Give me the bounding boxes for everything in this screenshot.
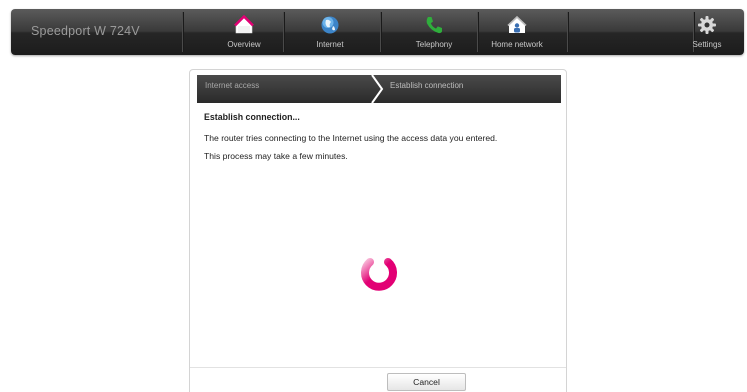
home-icon [234,15,254,34]
step-internet-access: Internet access [205,81,260,90]
top-navigation-bar: Speedport W 724V Overview Internet Telep… [11,9,744,55]
nav-divider [182,12,183,52]
nav-item-overview[interactable]: Overview [198,9,290,55]
gear-icon [698,16,716,34]
nav-item-telephony[interactable]: Telephony [388,9,480,55]
status-text: The router tries connecting to the Inter… [204,133,498,143]
nav-label-telephony: Telephony [415,40,453,49]
nav-divider [380,12,381,52]
nav-label-overview: Overview [227,40,261,49]
wizard-steps: Internet access Establish connection [197,75,561,103]
brand-title: Speedport W 724V [31,24,140,38]
info-text: This process may take a few minutes. [204,151,348,161]
nav-divider [567,12,568,52]
nav-item-internet[interactable]: Internet [284,9,376,55]
nav-item-settings[interactable]: Settings [677,9,737,55]
dialog-heading: Establish connection... [204,112,300,122]
nav-label-home-network: Home network [491,40,543,49]
nav-item-home-network[interactable]: Home network [471,9,563,55]
footer-divider [190,367,566,368]
step-separator-arrow [371,75,384,103]
step-establish-connection: Establish connection [390,81,464,90]
loading-spinner-icon [361,258,397,291]
globe-icon [321,16,339,34]
dialog-content: Establish connection... The router tries… [204,112,554,162]
cancel-button[interactable]: Cancel [387,373,466,391]
connection-dialog: Internet access Establish connection Est… [189,69,567,392]
home-network-icon [507,15,527,33]
nav-label-settings: Settings [692,40,722,49]
phone-icon [426,17,442,34]
nav-label-internet: Internet [316,40,344,49]
